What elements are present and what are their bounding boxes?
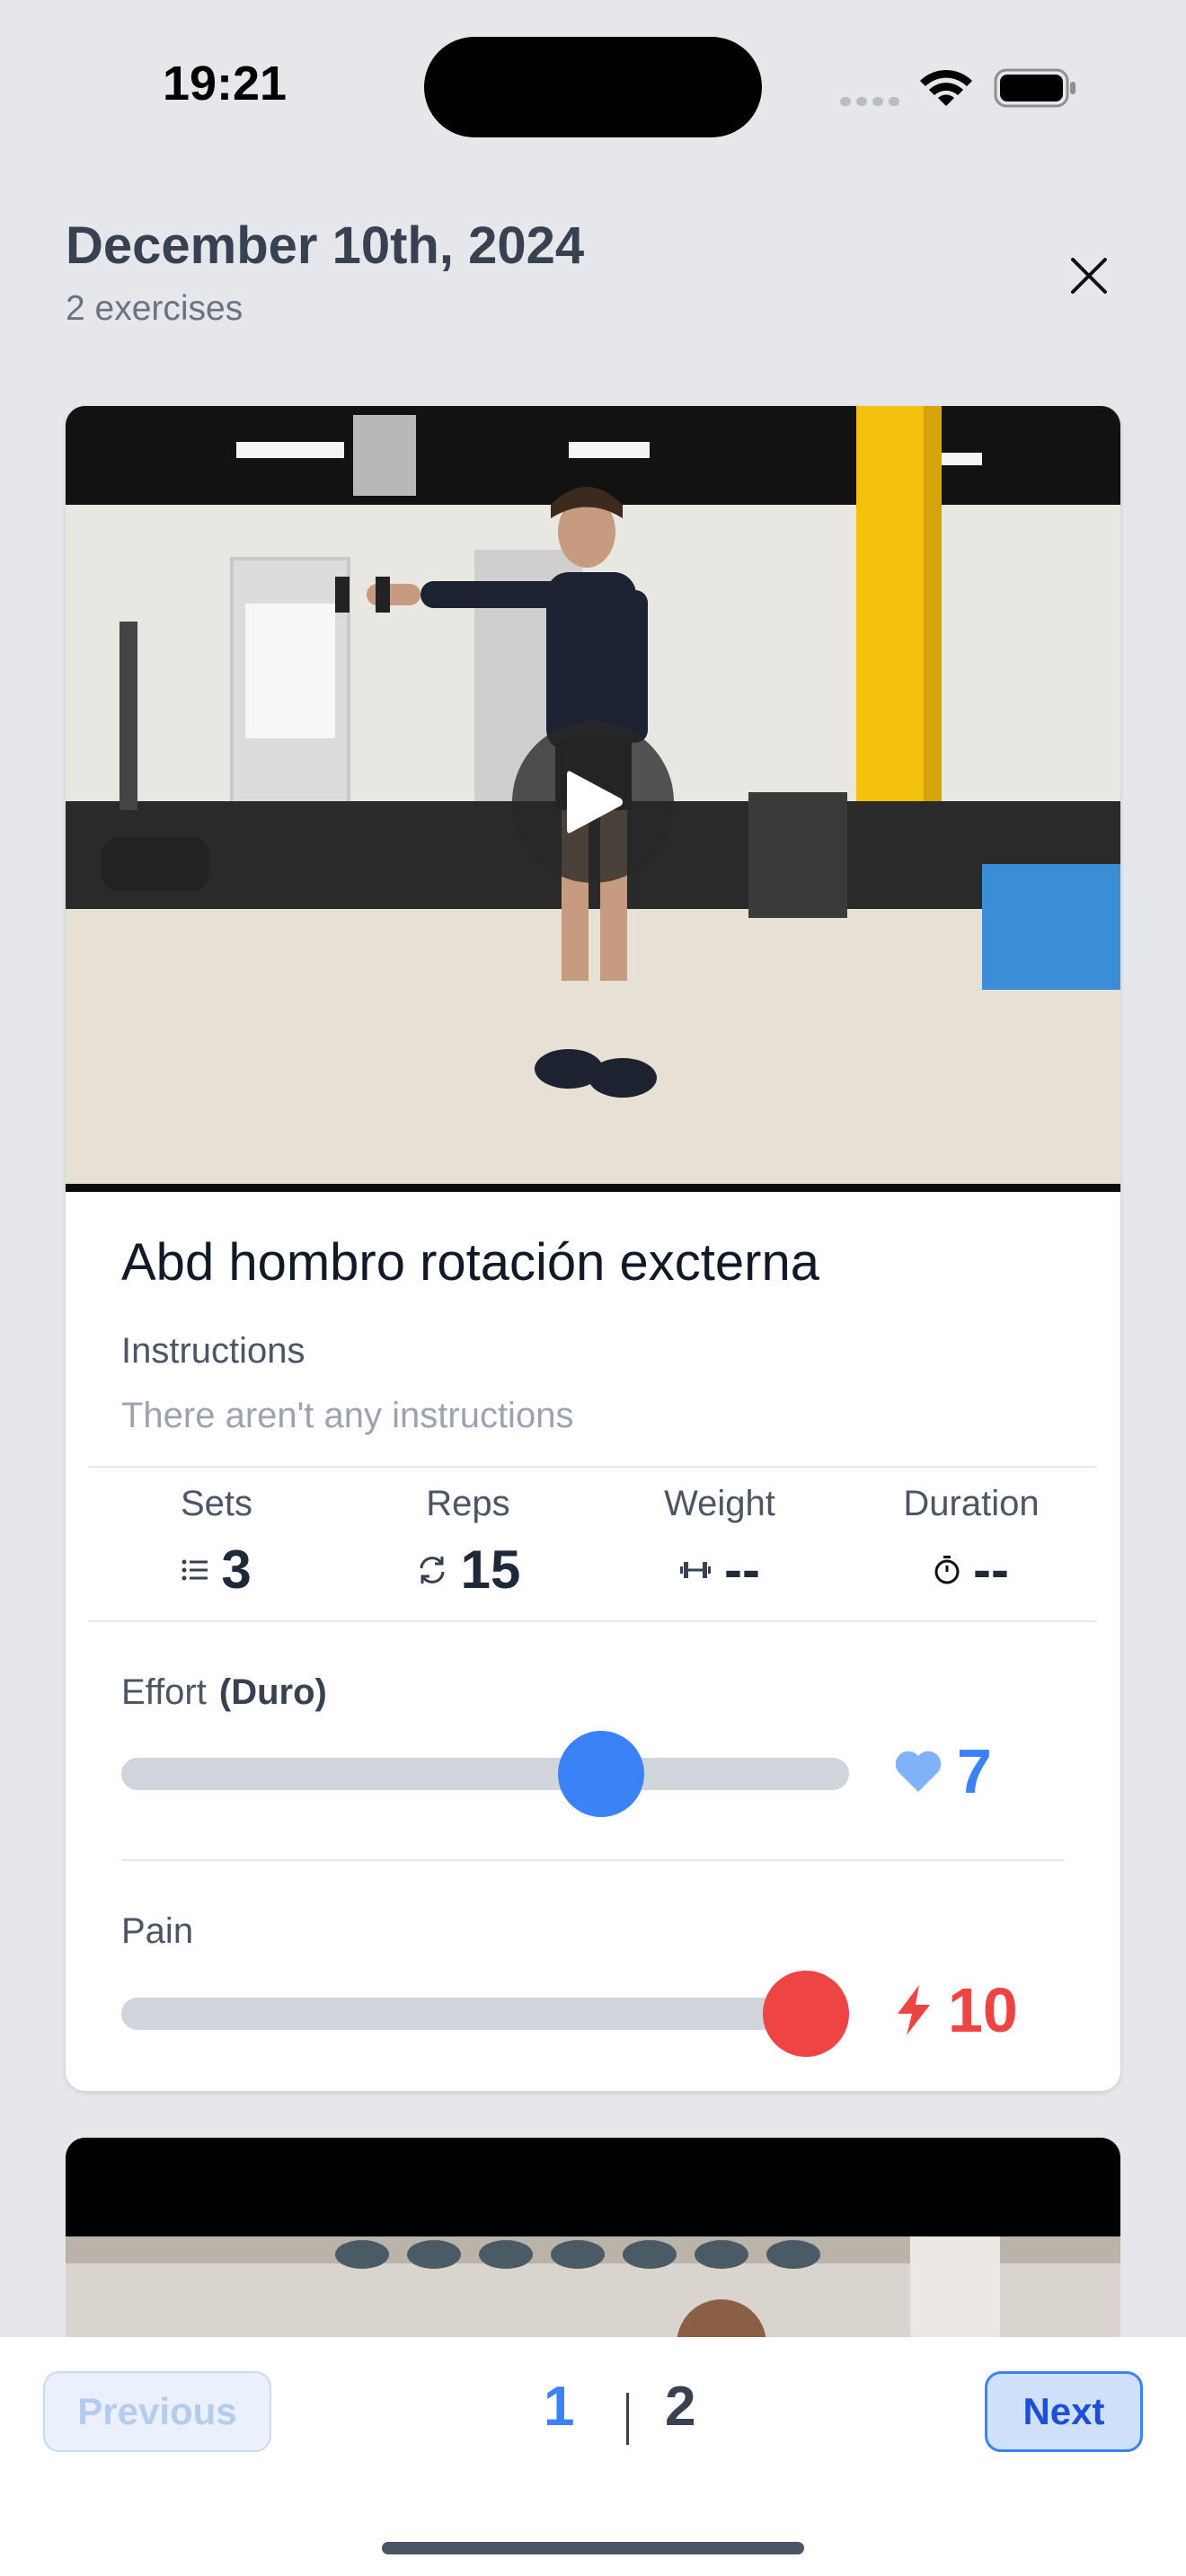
list-icon: [181, 1559, 208, 1580]
effort-label-text: Effort: [121, 1672, 207, 1712]
total-pages[interactable]: 2: [665, 2375, 695, 2439]
exercise-card: Abd hombro rotación excterna Instruction…: [66, 406, 1120, 2091]
pain-label: Pain: [121, 1911, 194, 1951]
stat-reps-value: 15: [460, 1539, 521, 1600]
stat-sets: Sets 3: [91, 1466, 342, 1601]
exercise-video[interactable]: [66, 406, 1120, 1192]
stat-duration-label: Duration: [903, 1484, 1040, 1523]
stat-weight-label: Weight: [664, 1484, 775, 1523]
status-bar: 19:21: [0, 0, 1186, 171]
page-separator: [626, 2393, 629, 2445]
dynamic-island: [424, 37, 762, 137]
effort-slider-thumb[interactable]: [557, 1731, 644, 1817]
pain-slider-thumb[interactable]: [763, 1971, 849, 2057]
next-button[interactable]: Next: [985, 2371, 1143, 2452]
wifi-icon: [916, 65, 976, 114]
battery-icon: [994, 68, 1078, 112]
effort-level: (Duro): [218, 1672, 327, 1712]
play-button[interactable]: [512, 721, 674, 883]
pain-slider[interactable]: [121, 1971, 849, 2057]
repeat-icon: [420, 1556, 445, 1584]
stat-duration-value: --: [973, 1539, 1009, 1600]
pain-value: 10: [948, 1975, 1018, 2045]
effort-slider[interactable]: [121, 1731, 849, 1817]
home-indicator: [382, 2542, 804, 2554]
close-icon: [1071, 258, 1107, 294]
pagination-bar: Previous 1 2 Next: [0, 2337, 1186, 2576]
divider: [89, 1620, 1097, 1622]
stat-reps: Reps 15: [342, 1466, 594, 1601]
dumbbell-icon: [680, 1561, 712, 1578]
exercise-title: Abd hombro rotación excterna: [121, 1233, 819, 1292]
status-time: 19:21: [162, 57, 288, 110]
effort-label: Effort (Duro): [121, 1672, 327, 1713]
stat-weight: Weight --: [594, 1466, 845, 1601]
stat-duration: Duration --: [845, 1466, 1097, 1601]
stopwatch-icon: [934, 1555, 960, 1584]
instructions-text: There aren't any instructions: [121, 1396, 574, 1435]
exercise-count: 2 exercises: [66, 289, 243, 328]
cellular-signal-icon: [840, 94, 905, 110]
stat-reps-label: Reps: [426, 1484, 510, 1523]
effort-rating: 7: [894, 1735, 992, 1807]
instructions-label: Instructions: [121, 1331, 305, 1371]
play-icon: [567, 771, 623, 834]
stat-sets-label: Sets: [180, 1484, 253, 1523]
stat-sets-value: 3: [221, 1539, 252, 1600]
close-button[interactable]: [1060, 247, 1118, 304]
pain-rating: 10: [894, 1974, 1018, 2046]
heart-icon: [895, 1751, 942, 1792]
current-page[interactable]: 1: [544, 2375, 574, 2439]
exercise-stats: Sets 3 Reps 15 Weight -- Duration --: [91, 1466, 1097, 1619]
effort-value: 7: [957, 1736, 992, 1806]
lightning-icon: [898, 1985, 930, 2035]
page-title: December 10th, 2024: [66, 216, 585, 275]
stat-weight-value: --: [724, 1539, 760, 1600]
divider: [121, 1859, 1065, 1861]
